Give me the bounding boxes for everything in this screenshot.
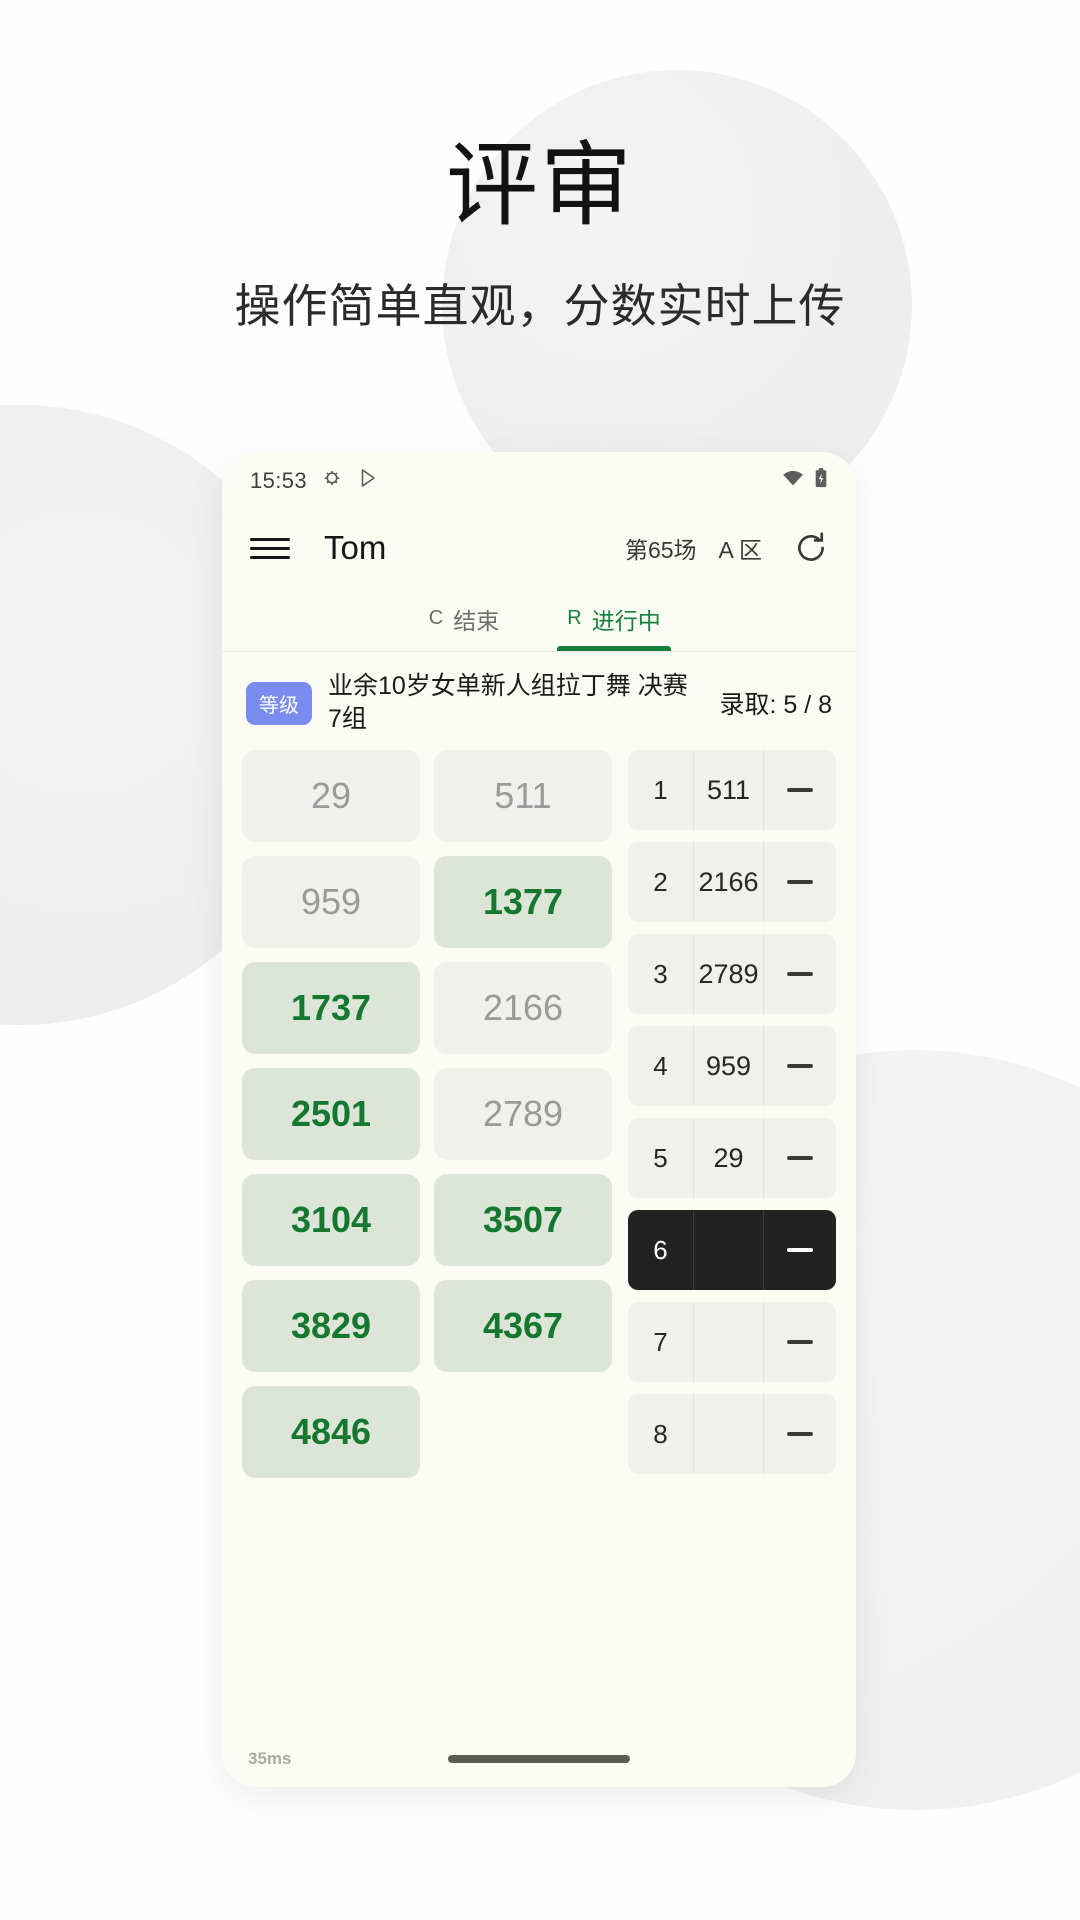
rank-score-cell[interactable] xyxy=(764,842,836,922)
bug-icon xyxy=(321,467,343,495)
rank-competitor-number: 511 xyxy=(694,750,764,830)
rank-competitor-number: 2166 xyxy=(694,842,764,922)
dash-icon xyxy=(787,788,813,792)
dash-icon xyxy=(787,1064,813,1068)
app-bar-title: Tom xyxy=(324,529,387,566)
rank-position: 5 xyxy=(628,1118,694,1198)
rank-competitor-number: 29 xyxy=(694,1118,764,1198)
rank-position: 2 xyxy=(628,842,694,922)
ranking-list: 1 511 2 2166 3 2789 4 959 5 29 6 7 8 xyxy=(628,750,836,1713)
rank-row[interactable]: 5 29 xyxy=(628,1118,836,1198)
rank-position: 8 xyxy=(628,1394,694,1474)
competitor-number-grid: 29 511 959 1377 1737 2166 2501 2789 3104 3507 3829… xyxy=(242,750,612,1713)
number-tile[interactable]: 959 xyxy=(242,856,420,948)
menu-line xyxy=(250,555,290,559)
tab-in-progress-code: R xyxy=(567,607,582,629)
rank-competitor-number xyxy=(694,1302,764,1382)
app-bar: Tom 第65场 A 区 xyxy=(222,510,856,586)
hamburger-menu-icon[interactable] xyxy=(250,537,290,559)
phone-footer: 35ms xyxy=(222,1713,856,1787)
refresh-icon[interactable] xyxy=(794,531,828,565)
event-header: 等级 业余10岁女单新人组拉丁舞 决赛 7组 录取: 5 / 8 xyxy=(222,652,856,750)
rank-position: 7 xyxy=(628,1302,694,1382)
match-number-label: 第65场 xyxy=(624,537,697,563)
battery-charging-icon xyxy=(814,467,828,495)
status-bar-left: 15:53 xyxy=(250,467,379,495)
play-store-icon xyxy=(357,467,379,495)
judging-body: 29 511 959 1377 1737 2166 2501 2789 3104 3507 3829… xyxy=(222,750,856,1713)
rank-row[interactable]: 4 959 xyxy=(628,1026,836,1106)
rank-row[interactable]: 6 xyxy=(628,1210,836,1290)
menu-line xyxy=(250,537,290,541)
tab-in-progress[interactable]: R 进行中 xyxy=(539,586,689,651)
phone-mockup: 15:53 Tom 第65场 A 区 C 结束 R 进行中 等级 业余10岁女单… xyxy=(222,452,856,1787)
rank-score-cell[interactable] xyxy=(764,1302,836,1382)
number-tile[interactable]: 4846 xyxy=(242,1386,420,1478)
rank-score-cell[interactable] xyxy=(764,1210,836,1290)
number-tile[interactable]: 4367 xyxy=(434,1280,612,1372)
number-tile[interactable]: 3829 xyxy=(242,1280,420,1372)
rank-position: 6 xyxy=(628,1210,694,1290)
status-bar: 15:53 xyxy=(222,452,856,510)
rank-row[interactable]: 1 511 xyxy=(628,750,836,830)
number-tile[interactable]: 29 xyxy=(242,750,420,842)
tab-in-progress-label: 进行中 xyxy=(591,607,661,634)
wifi-icon xyxy=(781,468,805,494)
rank-score-cell[interactable] xyxy=(764,1026,836,1106)
page-title: 评审 xyxy=(445,135,634,237)
number-tile[interactable]: 1737 xyxy=(242,962,420,1054)
rank-row[interactable]: 7 xyxy=(628,1302,836,1382)
tab-finished-label: 结束 xyxy=(453,607,500,634)
latency-label: 35ms xyxy=(248,1749,292,1768)
rank-position: 1 xyxy=(628,750,694,830)
dash-icon xyxy=(787,1340,813,1344)
page-subtitle: 操作简单直观，分数实时上传 xyxy=(234,280,846,332)
rank-position: 3 xyxy=(628,934,694,1014)
rank-position: 4 xyxy=(628,1026,694,1106)
event-title: 业余10岁女单新人组拉丁舞 决赛 7组 xyxy=(328,672,688,733)
number-tile[interactable]: 3507 xyxy=(434,1174,612,1266)
tab-bar: C 结束 R 进行中 xyxy=(222,586,856,652)
rank-row[interactable]: 8 xyxy=(628,1394,836,1474)
rank-competitor-number xyxy=(694,1394,764,1474)
dash-icon xyxy=(787,1432,813,1436)
number-tile[interactable]: 2501 xyxy=(242,1068,420,1160)
rank-row[interactable]: 2 2166 xyxy=(628,842,836,922)
rank-score-cell[interactable] xyxy=(764,1118,836,1198)
screenshot-stage: 评审 操作简单直观，分数实时上传 15:53 Tom 第65场 A 区 C 结束… xyxy=(0,0,1080,1920)
dash-icon xyxy=(787,972,813,976)
number-tile[interactable]: 3104 xyxy=(242,1174,420,1266)
area-label: A 区 xyxy=(718,537,762,563)
hero-section: 评审 操作简单直观，分数实时上传 xyxy=(0,0,1080,336)
quota-label: 录取: 5 / 8 xyxy=(719,691,832,719)
home-indicator[interactable] xyxy=(448,1755,630,1763)
rank-score-cell[interactable] xyxy=(764,934,836,1014)
number-tile[interactable]: 2789 xyxy=(434,1068,612,1160)
grade-badge: 等级 xyxy=(246,681,312,725)
dash-icon xyxy=(787,1156,813,1160)
number-tile[interactable]: 511 xyxy=(434,750,612,842)
number-tile[interactable]: 1377 xyxy=(434,856,612,948)
rank-competitor-number: 959 xyxy=(694,1026,764,1106)
status-time: 15:53 xyxy=(250,468,308,493)
dash-icon xyxy=(787,880,813,884)
status-bar-right xyxy=(781,467,828,495)
rank-score-cell[interactable] xyxy=(764,1394,836,1474)
rank-competitor-number xyxy=(694,1210,764,1290)
number-tile[interactable]: 2166 xyxy=(434,962,612,1054)
dash-icon xyxy=(787,1248,813,1252)
menu-line xyxy=(250,546,290,550)
tab-finished-code: C xyxy=(428,607,444,629)
tab-finished[interactable]: C 结束 xyxy=(389,586,539,651)
rank-score-cell[interactable] xyxy=(764,750,836,830)
rank-row[interactable]: 3 2789 xyxy=(628,934,836,1014)
rank-competitor-number: 2789 xyxy=(694,934,764,1014)
